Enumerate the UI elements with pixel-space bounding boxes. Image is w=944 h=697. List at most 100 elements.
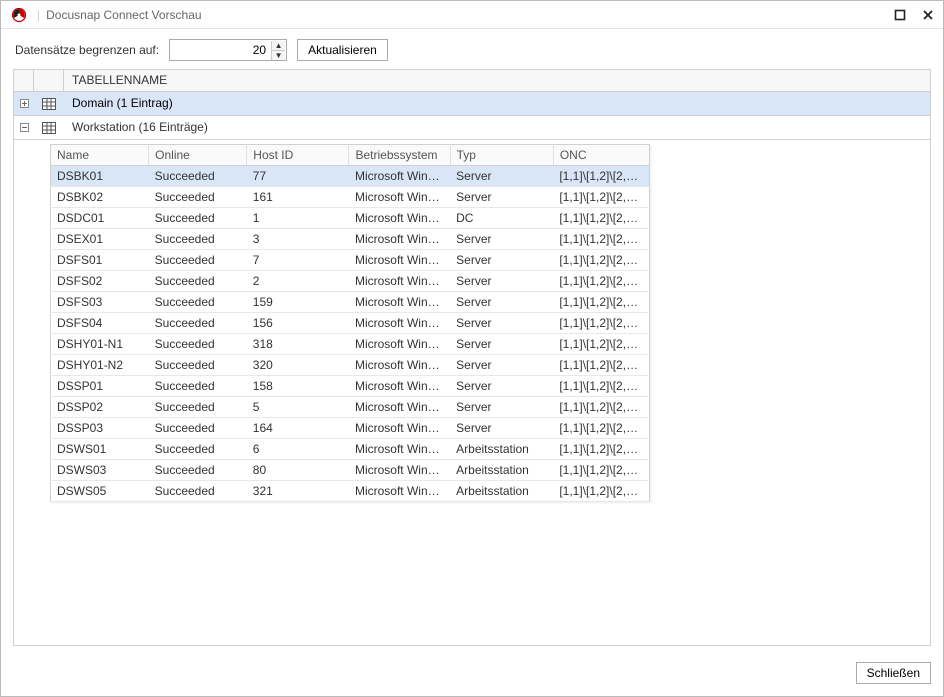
table-row[interactable]: DSHY01-N2Succeeded320Microsoft Wind...Se… <box>51 355 650 376</box>
cell-online: Succeeded <box>149 418 247 439</box>
table-row[interactable]: DSHY01-N1Succeeded318Microsoft Wind...Se… <box>51 334 650 355</box>
close-button[interactable]: Schließen <box>856 662 931 684</box>
cell-name: DSFS04 <box>51 313 149 334</box>
group-header-label[interactable]: TABELLENNAME <box>64 70 930 91</box>
group-row[interactable]: Workstation (16 Einträge) <box>14 116 930 140</box>
cell-name: DSHY01-N2 <box>51 355 149 376</box>
content-area: TABELLENNAME Domain (1 Eintrag)Workstati… <box>13 69 931 646</box>
cell-typ: Server <box>450 334 553 355</box>
column-header-typ[interactable]: Typ <box>450 145 553 166</box>
maximize-icon[interactable] <box>891 6 909 24</box>
spinner-down-icon[interactable]: ▼ <box>271 51 285 60</box>
cell-online: Succeeded <box>149 208 247 229</box>
cell-os: Microsoft Wind... <box>349 229 450 250</box>
cell-typ: Server <box>450 376 553 397</box>
limit-spinner[interactable]: ▲ ▼ <box>169 39 287 61</box>
cell-online: Succeeded <box>149 376 247 397</box>
cell-onc: [1,1]\[1,2]\[2,4]\[... <box>553 208 649 229</box>
cell-typ: Server <box>450 187 553 208</box>
cell-onc: [1,1]\[1,2]\[2,4]\[... <box>553 481 649 502</box>
footer: Schließen <box>1 654 943 696</box>
cell-name: DSWS01 <box>51 439 149 460</box>
cell-os: Microsoft Wind... <box>349 187 450 208</box>
cell-os: Microsoft Wind... <box>349 397 450 418</box>
table-row[interactable]: DSWS03Succeeded80Microsoft Wind...Arbeit… <box>51 460 650 481</box>
table-row[interactable]: DSEX01Succeeded3Microsoft Wind...Server[… <box>51 229 650 250</box>
limit-input[interactable] <box>170 40 286 60</box>
table-row[interactable]: DSSP01Succeeded158Microsoft Wind...Serve… <box>51 376 650 397</box>
spinner-up-icon[interactable]: ▲ <box>271 41 285 51</box>
cell-online: Succeeded <box>149 271 247 292</box>
cell-hostId: 159 <box>247 292 349 313</box>
cell-os: Microsoft Wind... <box>349 208 450 229</box>
table-row[interactable]: DSBK02Succeeded161Microsoft Wind...Serve… <box>51 187 650 208</box>
cell-os: Microsoft Wind... <box>349 460 450 481</box>
cell-onc: [1,1]\[1,2]\[2,4]\[... <box>553 250 649 271</box>
group-label: Workstation (16 Einträge) <box>64 116 930 139</box>
cell-onc: [1,1]\[1,2]\[2,4]\[... <box>553 418 649 439</box>
column-header-hostId[interactable]: Host ID <box>247 145 349 166</box>
cell-onc: [1,1]\[1,2]\[2,4]\[... <box>553 397 649 418</box>
cell-onc: [1,1]\[1,2]\[2,4]\[... <box>553 460 649 481</box>
cell-name: DSDC01 <box>51 208 149 229</box>
group-row[interactable]: Domain (1 Eintrag) <box>14 92 930 116</box>
cell-name: DSWS05 <box>51 481 149 502</box>
cell-os: Microsoft Wind... <box>349 439 450 460</box>
cell-onc: [1,1]\[1,2]\[2,4]\[... <box>553 166 649 187</box>
table-row[interactable]: DSFS01Succeeded7Microsoft Wind...Server[… <box>51 250 650 271</box>
cell-hostId: 164 <box>247 418 349 439</box>
cell-onc: [1,1]\[1,2]\[2,4]\[... <box>553 313 649 334</box>
column-header-onc[interactable]: ONC <box>553 145 649 166</box>
table-row[interactable]: DSSP03Succeeded164Microsoft Wind...Serve… <box>51 418 650 439</box>
table-row[interactable]: DSFS04Succeeded156Microsoft Wind...Serve… <box>51 313 650 334</box>
cell-hostId: 6 <box>247 439 349 460</box>
cell-typ: Arbeitsstation <box>450 439 553 460</box>
table-row[interactable]: DSBK01Succeeded77Microsoft Wind...Server… <box>51 166 650 187</box>
cell-name: DSSP03 <box>51 418 149 439</box>
cell-os: Microsoft Wind... <box>349 250 450 271</box>
column-header-os[interactable]: Betriebssystem <box>349 145 450 166</box>
refresh-button[interactable]: Aktualisieren <box>297 39 388 61</box>
table-row[interactable]: DSDC01Succeeded1Microsoft Wind...DC[1,1]… <box>51 208 650 229</box>
cell-hostId: 77 <box>247 166 349 187</box>
cell-typ: Server <box>450 166 553 187</box>
cell-onc: [1,1]\[1,2]\[2,4]\[... <box>553 334 649 355</box>
cell-online: Succeeded <box>149 334 247 355</box>
cell-typ: Server <box>450 229 553 250</box>
cell-hostId: 321 <box>247 481 349 502</box>
table-row[interactable]: DSFS02Succeeded2Microsoft Wind...Server[… <box>51 271 650 292</box>
cell-name: DSBK01 <box>51 166 149 187</box>
close-icon[interactable] <box>919 6 937 24</box>
cell-onc: [1,1]\[1,2]\[2,4]\[... <box>553 229 649 250</box>
column-header-name[interactable]: Name <box>51 145 149 166</box>
cell-hostId: 2 <box>247 271 349 292</box>
table-row[interactable]: DSWS01Succeeded6Microsoft Wind...Arbeits… <box>51 439 650 460</box>
cell-name: DSWS03 <box>51 460 149 481</box>
title-bar: | Docusnap Connect Vorschau <box>1 1 943 29</box>
cell-typ: Server <box>450 418 553 439</box>
cell-hostId: 5 <box>247 397 349 418</box>
table-row[interactable]: DSWS05Succeeded321Microsoft Wind...Arbei… <box>51 481 650 502</box>
cell-typ: Arbeitsstation <box>450 460 553 481</box>
table-row[interactable]: DSSP02Succeeded5Microsoft Wind...Server[… <box>51 397 650 418</box>
workstation-table: NameOnlineHost IDBetriebssystemTypONCDSB… <box>50 144 650 502</box>
table-icon <box>34 116 64 139</box>
cell-online: Succeeded <box>149 250 247 271</box>
cell-name: DSSP01 <box>51 376 149 397</box>
cell-name: DSEX01 <box>51 229 149 250</box>
collapse-icon[interactable] <box>14 116 34 139</box>
cell-online: Succeeded <box>149 397 247 418</box>
cell-online: Succeeded <box>149 439 247 460</box>
cell-online: Succeeded <box>149 166 247 187</box>
expand-icon[interactable] <box>14 92 34 115</box>
cell-name: DSFS01 <box>51 250 149 271</box>
cell-name: DSHY01-N1 <box>51 334 149 355</box>
table-row[interactable]: DSFS03Succeeded159Microsoft Wind...Serve… <box>51 292 650 313</box>
group-label: Domain (1 Eintrag) <box>64 92 930 115</box>
cell-online: Succeeded <box>149 313 247 334</box>
column-header-online[interactable]: Online <box>149 145 247 166</box>
cell-hostId: 158 <box>247 376 349 397</box>
cell-hostId: 7 <box>247 250 349 271</box>
cell-typ: Server <box>450 355 553 376</box>
cell-typ: Server <box>450 250 553 271</box>
